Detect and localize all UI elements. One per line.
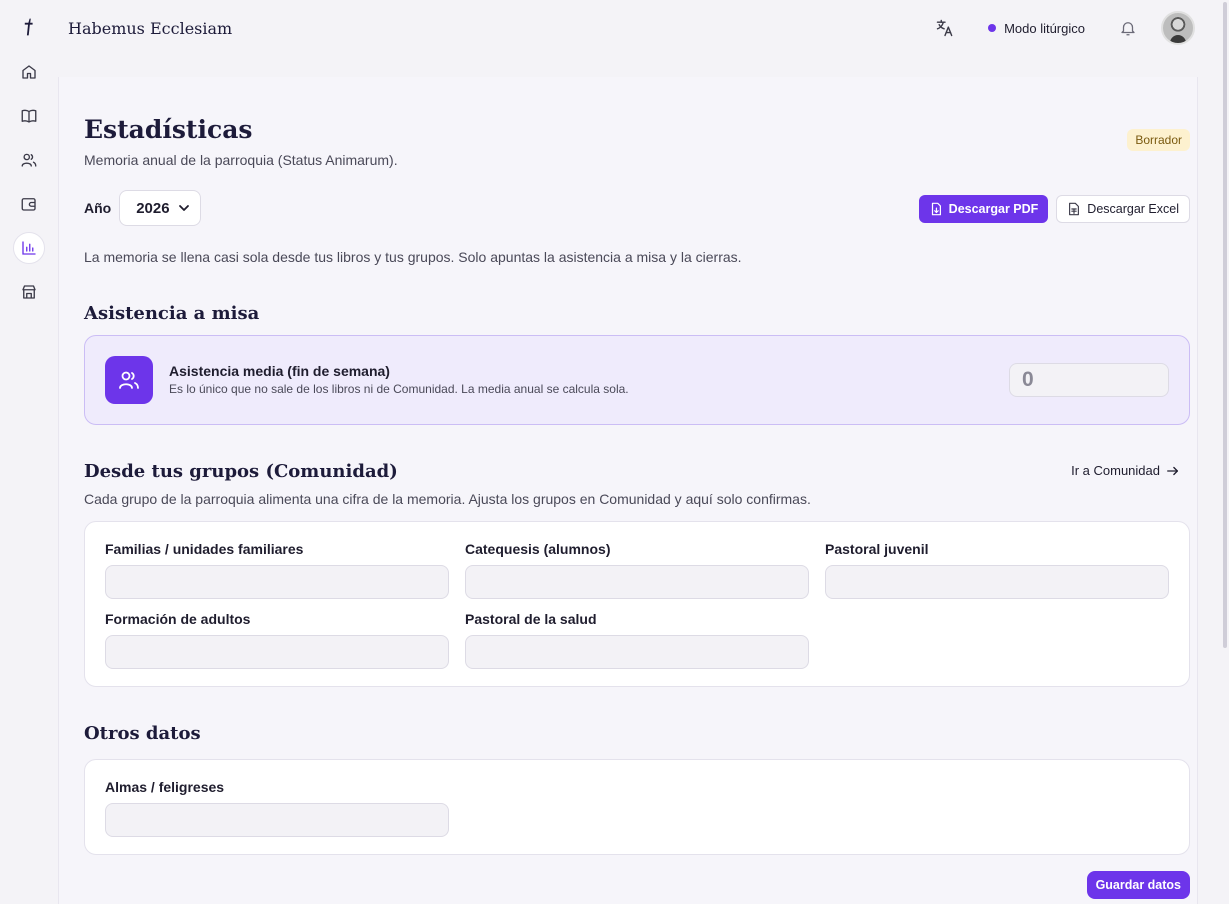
field-label: Formación de adultos <box>105 611 251 627</box>
brand-name[interactable]: Habemus Ecclesiam <box>68 19 232 38</box>
mass-attendance-value: 0 <box>1022 368 1034 391</box>
field-health: Pastoral de la salud <box>465 611 809 669</box>
field-families: Familias / unidades familiares <box>105 541 449 599</box>
liturgical-mode-toggle[interactable]: Modo litúrgico <box>988 21 1085 36</box>
sidebar-item-finances[interactable] <box>13 188 45 220</box>
file-spreadsheet-icon <box>1069 202 1080 216</box>
year-select[interactable]: 2026 <box>119 190 202 226</box>
field-label: Pastoral juvenil <box>825 541 929 557</box>
souls-input[interactable] <box>105 803 449 837</box>
mass-card-title: Asistencia media (fin de semana) <box>169 363 390 379</box>
field-label: Catequesis (alumnos) <box>465 541 611 557</box>
top-bar: Habemus Ecclesiam Modo litúrgico <box>58 0 1229 56</box>
liturgical-mode-label: Modo litúrgico <box>1004 20 1085 36</box>
groups-card: Familias / unidades familiares Catequesi… <box>84 521 1190 687</box>
other-data-card: Almas / feligreses <box>84 759 1190 855</box>
sidebar-item-statistics[interactable] <box>13 232 45 264</box>
families-input[interactable] <box>105 565 449 599</box>
download-pdf-label: Descargar PDF <box>948 202 1039 216</box>
book-icon <box>21 109 37 123</box>
users-icon <box>105 356 153 404</box>
chevron-down-icon <box>179 205 190 211</box>
wallet-icon <box>21 198 36 211</box>
home-icon <box>22 65 36 79</box>
cross-logo-icon[interactable] <box>14 10 44 44</box>
sidebar-item-store[interactable] <box>13 276 45 308</box>
field-label: Almas / feligreses <box>105 779 225 795</box>
year-label: Año <box>84 200 112 216</box>
mass-attendance-card: Asistencia media (fin de semana) Es lo ú… <box>84 335 1190 425</box>
section-title-groups: Desde tus grupos (Comunidad) <box>84 461 398 482</box>
sidebar-item-community[interactable] <box>13 144 45 176</box>
field-label: Familias / unidades familiares <box>105 541 304 557</box>
arrow-right-icon <box>1167 466 1179 475</box>
translate-icon[interactable] <box>934 17 956 39</box>
download-excel-label: Descargar Excel <box>1087 202 1179 216</box>
year-selector-row: Año 2026 <box>84 190 202 226</box>
sidebar <box>0 0 58 904</box>
intro-text: La memoria se llena casi sola desde tus … <box>84 249 742 265</box>
bar-chart-icon <box>22 241 36 255</box>
mass-attendance-input[interactable]: 0 <box>1009 363 1169 397</box>
bell-icon[interactable] <box>1119 19 1137 37</box>
save-button[interactable]: Guardar datos <box>1086 871 1190 899</box>
go-to-community-label: Ir a Comunidad <box>1071 463 1160 478</box>
youth-input[interactable] <box>825 565 1169 599</box>
field-catechesis: Catequesis (alumnos) <box>465 541 809 599</box>
sidebar-item-books[interactable] <box>13 100 45 132</box>
catechesis-input[interactable] <box>465 565 809 599</box>
download-excel-button[interactable]: Descargar Excel <box>1056 195 1190 223</box>
section-title-mass: Asistencia a misa <box>84 303 260 324</box>
sidebar-item-home[interactable] <box>13 56 45 88</box>
users-icon <box>21 153 37 167</box>
file-download-icon <box>931 202 941 216</box>
download-pdf-button[interactable]: Descargar PDF <box>918 195 1049 223</box>
user-avatar[interactable] <box>1161 11 1195 45</box>
page-title: Estadísticas <box>84 115 253 144</box>
go-to-community-link[interactable]: Ir a Comunidad <box>1071 463 1180 478</box>
section-title-other: Otros datos <box>84 723 201 744</box>
year-select-value: 2026 <box>136 199 170 217</box>
health-input[interactable] <box>465 635 809 669</box>
field-youth: Pastoral juvenil <box>825 541 1169 599</box>
field-label: Pastoral de la salud <box>465 611 597 627</box>
store-icon <box>22 285 36 299</box>
page-scrollbar[interactable] <box>1223 2 1227 648</box>
field-souls: Almas / feligreses <box>105 779 449 837</box>
page-subtitle: Memoria anual de la parroquia (Status An… <box>84 152 398 168</box>
adult-formation-input[interactable] <box>105 635 449 669</box>
field-adult-formation: Formación de adultos <box>105 611 449 669</box>
mass-card-description: Es lo único que no sale de los libros ni… <box>169 382 629 396</box>
download-actions: Descargar PDF Descargar Excel <box>918 195 1190 223</box>
main-panel: Estadísticas Memoria anual de la parroqu… <box>58 77 1198 904</box>
groups-subtitle: Cada grupo de la parroquia alimenta una … <box>84 491 811 507</box>
status-badge: Borrador <box>1127 129 1190 151</box>
liturgical-status-dot <box>988 24 997 32</box>
